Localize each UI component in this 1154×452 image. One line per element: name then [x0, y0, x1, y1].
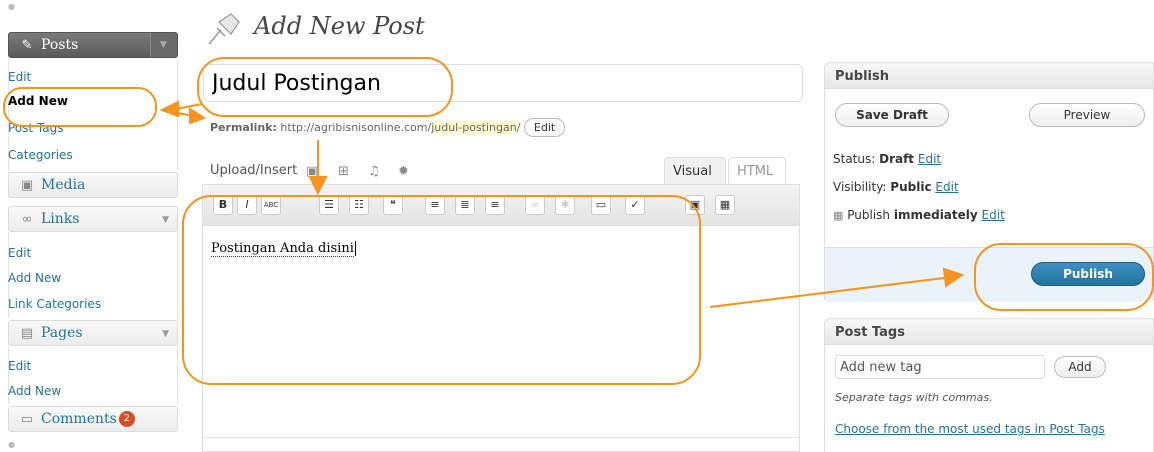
schedule-label: Publish [847, 208, 891, 222]
add-audio-icon[interactable]: ♫ [368, 164, 380, 179]
unlink-button[interactable]: ✱ [555, 195, 575, 215]
submenu-add-new-post[interactable]: Add New [8, 94, 68, 108]
pages-icon: ▤ [20, 326, 34, 341]
sidebar-item-comments[interactable]: ▭ Comments 2 [8, 406, 178, 432]
arrowhead [189, 107, 207, 125]
tags-hint: Separate tags with commas. [835, 391, 993, 404]
link-button[interactable]: ∞ [525, 195, 545, 215]
more-tag-button[interactable]: ▭ [591, 195, 611, 215]
collapse-icon[interactable]: ● [8, 440, 15, 449]
sidebar-collapse-area: ● [8, 0, 178, 30]
publish-box-title: Publish [825, 63, 1153, 89]
submenu-post-tags[interactable]: Post Tags [8, 121, 64, 135]
add-image-icon[interactable]: ▣ [306, 164, 318, 179]
post-tags-title: Post Tags [825, 319, 1153, 345]
status-value: Draft [879, 152, 915, 166]
calendar-icon: ▦ [833, 209, 844, 222]
comment-icon: ▭ [20, 412, 34, 427]
pushpin-icon [208, 13, 240, 45]
post-title-input[interactable] [203, 64, 803, 102]
submenu-edit-posts[interactable]: Edit [8, 70, 31, 84]
schedule-row: ▦ Publish immediately Edit [833, 208, 1005, 222]
post-tags-box: Post Tags Add Separate tags with commas.… [824, 318, 1154, 452]
content-text: Postingan Anda disini [211, 241, 354, 257]
bold-button[interactable]: B [213, 195, 233, 215]
submenu-link-categories[interactable]: Link Categories [8, 297, 101, 311]
editor-footer [203, 437, 799, 452]
add-video-icon[interactable]: ⊞ [338, 164, 349, 179]
text-cursor [354, 241, 356, 256]
choose-tags-link[interactable]: Choose from the most used tags in Post T… [835, 421, 1115, 437]
menu-toggle[interactable]: ▼ [150, 33, 177, 57]
sidebar-item-label: Pages [41, 325, 83, 341]
add-media-icon[interactable]: ✹ [398, 164, 409, 179]
publish-button[interactable]: Publish [1031, 262, 1145, 286]
publish-box: Publish Save Draft Preview Status: Draft… [824, 62, 1154, 302]
strikethrough-button[interactable]: ABC [261, 195, 281, 215]
chevron-down-icon[interactable]: ▼ [162, 329, 169, 339]
align-right-button[interactable]: ≡ [485, 195, 505, 215]
chevron-down-icon[interactable]: ▼ [162, 215, 169, 225]
editor-content[interactable]: Postingan Anda disini [211, 241, 356, 257]
align-left-button[interactable]: ≡ [425, 195, 445, 215]
edit-permalink-button[interactable]: Edit [523, 118, 566, 137]
visibility-row: Visibility: Public Edit [833, 180, 959, 194]
sidebar-item-links[interactable]: ∞ Links ▼ [8, 206, 178, 232]
preview-button[interactable]: Preview [1029, 103, 1145, 127]
visibility-label: Visibility: [833, 180, 887, 194]
new-tag-input[interactable] [835, 355, 1045, 379]
schedule-value: immediately [893, 208, 978, 222]
collapse-icon[interactable]: ● [8, 2, 15, 11]
comment-count-badge: 2 [118, 411, 135, 427]
align-center-button[interactable]: ≣ [455, 195, 475, 215]
comments-label: Comments [41, 411, 117, 427]
fullscreen-button[interactable]: ▣ [685, 195, 705, 215]
content-editor[interactable]: B I ABC ☰ ☷ ❝ ≡ ≣ ≡ ∞ ✱ ▭ ✓ ▣ ▦ Postingan Anda disini [202, 184, 800, 452]
upload-insert-label: Upload/Insert [210, 163, 298, 178]
editor-toolbar: B I ABC ☰ ☷ ❝ ≡ ≣ ≡ ∞ ✱ ▭ ✓ ▣ ▦ [203, 185, 799, 226]
chevron-down-icon: ▼ [160, 40, 167, 50]
submenu-categories[interactable]: Categories [8, 148, 73, 162]
permalink-label: Permalink: [210, 121, 277, 134]
italic-button[interactable]: I [237, 195, 257, 215]
sidebar-item-posts[interactable]: ✎ Posts ▼ [8, 32, 178, 58]
sidebar-item-label: Posts [41, 37, 79, 53]
submenu-edit-pages[interactable]: Edit [8, 359, 31, 373]
submenu-edit-links[interactable]: Edit [8, 246, 31, 260]
submenu-add-new-page[interactable]: Add New [8, 384, 61, 398]
unordered-list-button[interactable]: ☰ [319, 195, 339, 215]
admin-sidebar: ● ✎ Posts ▼ Edit Add New Post Tags Categ… [0, 0, 180, 452]
permalink-row: Permalink: http://agribisnisonline.com/j… [210, 118, 566, 137]
pushpin-icon: ✎ [21, 38, 33, 53]
tab-html[interactable]: HTML [728, 157, 786, 185]
kitchen-sink-button[interactable]: ▦ [715, 195, 735, 215]
spellcheck-button[interactable]: ✓ [625, 195, 645, 215]
edit-status-link[interactable]: Edit [918, 152, 941, 166]
ordered-list-button[interactable]: ☷ [349, 195, 369, 215]
visibility-value: Public [890, 180, 932, 194]
permalink-base: http://agribisnisonline.com/ [280, 121, 432, 134]
submenu-add-new-link[interactable]: Add New [8, 271, 61, 285]
tab-visual[interactable]: Visual [664, 157, 726, 185]
edit-schedule-link[interactable]: Edit [982, 208, 1005, 222]
permalink-trail: / [516, 121, 521, 134]
status-label: Status: [833, 152, 876, 166]
status-row: Status: Draft Edit [833, 152, 941, 166]
link-icon: ∞ [21, 212, 33, 227]
publish-actions: Publish [825, 247, 1153, 302]
sidebar-item-pages[interactable]: ▤ Pages ▼ [8, 320, 178, 346]
sidebar-item-media[interactable]: ▣ Media [8, 172, 178, 198]
media-icon: ▣ [20, 178, 34, 193]
page-title: Add New Post [254, 12, 425, 40]
sidebar-item-label: Links [41, 211, 80, 227]
permalink-slug[interactable]: judul-postingan [431, 121, 517, 134]
blockquote-button[interactable]: ❝ [383, 195, 403, 215]
add-tag-button[interactable]: Add [1054, 356, 1106, 378]
edit-visibility-link[interactable]: Edit [935, 180, 958, 194]
save-draft-button[interactable]: Save Draft [835, 103, 949, 127]
sidebar-item-label: Media [41, 177, 86, 193]
sidebar-item-label: Comments 2 [41, 411, 135, 427]
